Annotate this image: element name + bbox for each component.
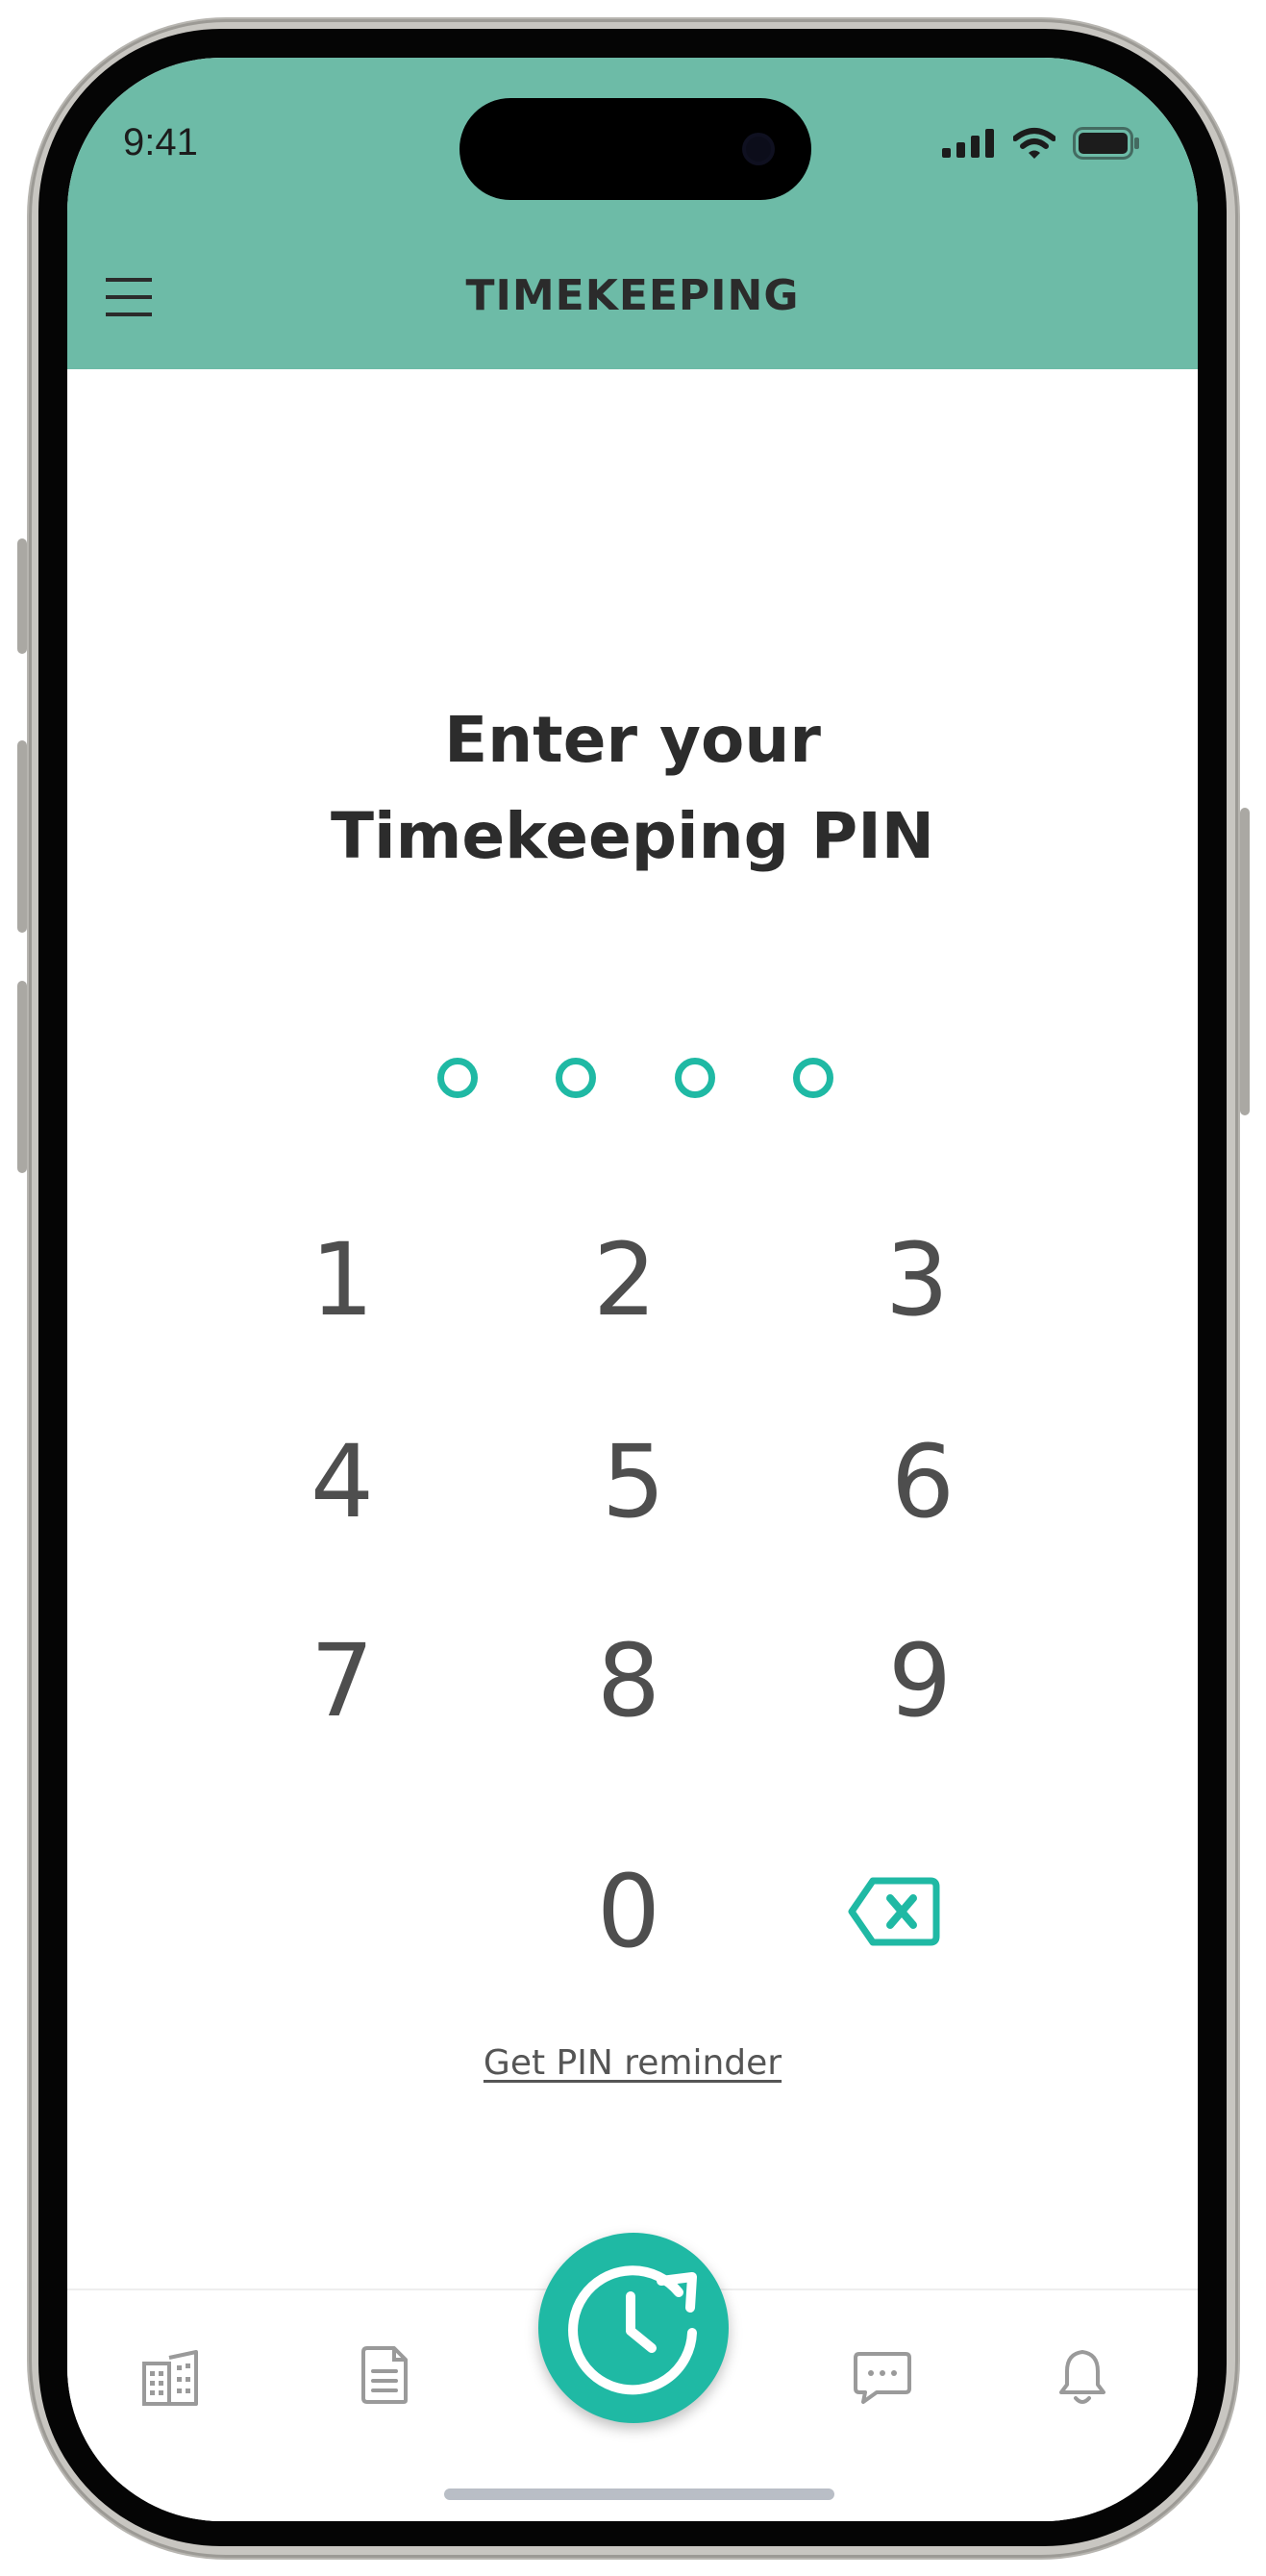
key-0[interactable]: 0: [533, 1844, 725, 1979]
status-time: 9:41: [123, 121, 198, 163]
pin-dot: [675, 1058, 715, 1098]
clock-in-button[interactable]: [538, 2233, 729, 2423]
pin-dot: [556, 1058, 596, 1098]
pin-dot: [793, 1058, 833, 1098]
status-icons: [942, 127, 1140, 160]
pin-reminder-link[interactable]: Get PIN reminder: [67, 2043, 1198, 2083]
pin-dot: [437, 1058, 478, 1098]
screen: 9:41 TIMEKEEPING Enter your Timekeeping …: [67, 58, 1198, 2521]
key-9[interactable]: 9: [824, 1613, 1016, 1748]
key-7[interactable]: 7: [246, 1613, 438, 1748]
signal-icon: [942, 129, 994, 158]
pin-indicator: [67, 1058, 1198, 1100]
pin-prompt-line1: Enter your: [444, 703, 821, 777]
page-title: TIMEKEEPING: [465, 271, 800, 320]
wifi-icon: [1013, 128, 1055, 159]
key-5[interactable]: 5: [537, 1414, 730, 1549]
power-button: [1240, 808, 1250, 1115]
pin-prompt-line2: Timekeeping PIN: [330, 799, 935, 873]
pin-prompt: Enter your Timekeeping PIN: [67, 692, 1198, 885]
chat-icon[interactable]: [852, 2346, 913, 2408]
key-2[interactable]: 2: [529, 1213, 721, 1347]
volume-down-button: [17, 981, 27, 1173]
document-icon[interactable]: [354, 2344, 415, 2406]
home-indicator[interactable]: [444, 2488, 834, 2500]
buildings-icon[interactable]: [140, 2348, 202, 2410]
key-1[interactable]: 1: [246, 1213, 438, 1347]
action-button: [17, 538, 27, 654]
backspace-icon[interactable]: [846, 1873, 942, 1950]
dynamic-island: [459, 98, 811, 200]
bell-icon[interactable]: [1052, 2346, 1113, 2408]
clock-refresh-icon: [568, 2265, 697, 2395]
camera-icon: [746, 137, 771, 162]
key-6[interactable]: 6: [827, 1414, 1019, 1549]
key-8[interactable]: 8: [533, 1613, 725, 1748]
key-3[interactable]: 3: [821, 1213, 1013, 1347]
app-header: 9:41 TIMEKEEPING: [67, 58, 1198, 369]
key-4[interactable]: 4: [246, 1414, 438, 1549]
volume-up-button: [17, 740, 27, 933]
battery-icon: [1073, 127, 1139, 160]
